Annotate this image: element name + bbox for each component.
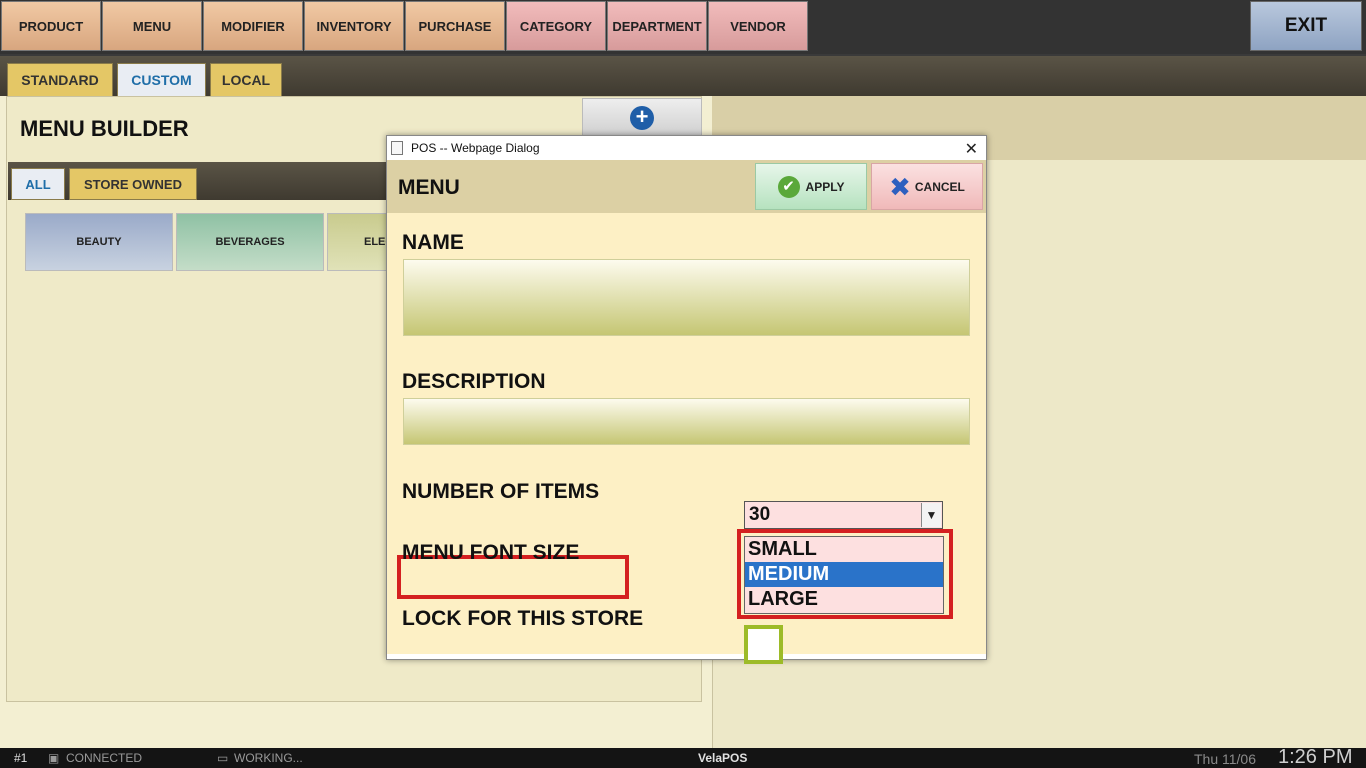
subtab-all[interactable]: ALL [11, 168, 65, 200]
nav-category-button[interactable]: CATEGORY [506, 1, 606, 51]
tab-custom[interactable]: CUSTOM [117, 63, 206, 97]
number-of-items-value: 30 [749, 504, 771, 525]
dialog-heading: MENU [398, 176, 460, 199]
tab-standard[interactable]: STANDARD [7, 63, 113, 97]
name-input[interactable] [403, 259, 970, 336]
apply-label: APPLY [805, 179, 845, 194]
dialog-titlebar: POS -- Webpage Dialog ✕ [387, 136, 986, 160]
dialog-header: MENU ✔ APPLY ✖ CANCEL [387, 160, 986, 213]
menu-font-size-label: MENU FONT SIZE [402, 541, 580, 564]
time-label: 1:26 PM [1278, 746, 1353, 768]
brand-label: VelaPOS [698, 751, 748, 765]
tab-local[interactable]: LOCAL [210, 63, 282, 97]
name-label: NAME [402, 231, 464, 254]
category-beverages-button[interactable]: BEVERAGES [176, 213, 324, 271]
font-size-option-small[interactable]: SMALL [745, 537, 943, 562]
terminal-number: #1 [14, 751, 28, 765]
nav-product-button[interactable]: PRODUCT [1, 1, 101, 51]
connected-icon: ▣ [48, 751, 60, 765]
nav-menu-button[interactable]: MENU [102, 1, 202, 51]
status-bar: #1 ▣ CONNECTED ▭ WORKING... VelaPOS Thu … [0, 746, 1366, 768]
nav-vendor-button[interactable]: VENDOR [708, 1, 808, 51]
plus-circle-icon: + [630, 106, 654, 130]
checkmark-icon: ✔ [777, 175, 800, 198]
chevron-down-icon[interactable]: ▼ [921, 503, 941, 527]
dialog-body: MENU ✔ APPLY ✖ CANCEL NAME DESCRIPTION N… [387, 160, 986, 664]
category-beauty-button[interactable]: BEAUTY [25, 213, 173, 271]
subtab-store-owned[interactable]: STORE OWNED [69, 168, 197, 200]
page-icon [391, 141, 403, 155]
font-size-listbox[interactable]: SMALL MEDIUM LARGE [744, 536, 944, 614]
add-menu-button[interactable]: + [582, 98, 702, 138]
nav-modifier-button[interactable]: MODIFIER [203, 1, 303, 51]
cancel-label: CANCEL [914, 179, 965, 194]
lock-for-store-label: LOCK FOR THIS STORE [402, 607, 644, 630]
cross-icon: ✖ [889, 171, 911, 202]
number-of-items-label: NUMBER OF ITEMS [402, 480, 600, 503]
activity-status: WORKING... [234, 751, 303, 765]
lock-for-store-checkbox[interactable] [744, 625, 783, 664]
menu-dialog: POS -- Webpage Dialog ✕ MENU ✔ APPLY ✖ C… [386, 135, 987, 664]
nav-purchase-button[interactable]: PURCHASE [405, 1, 505, 51]
description-label: DESCRIPTION [402, 370, 546, 393]
cancel-button[interactable]: ✖ CANCEL [871, 163, 983, 210]
connection-status: CONNECTED [66, 751, 143, 765]
number-of-items-select[interactable]: 30 ▼ [744, 501, 943, 529]
exit-button[interactable]: EXIT [1250, 1, 1362, 51]
top-nav-bar: PRODUCT MENU MODIFIER INVENTORY PURCHASE… [0, 0, 1366, 54]
font-size-option-large[interactable]: LARGE [745, 587, 943, 612]
window-icon: ▭ [217, 751, 229, 765]
description-input[interactable] [403, 398, 970, 445]
apply-button[interactable]: ✔ APPLY [755, 163, 867, 210]
page-title: MENU BUILDER [20, 116, 189, 141]
nav-department-button[interactable]: DEPARTMENT [607, 1, 707, 51]
close-icon[interactable]: ✕ [965, 139, 978, 159]
dialog-window-title: POS -- Webpage Dialog [411, 141, 540, 155]
date-label: Thu 11/06 [1194, 751, 1257, 767]
font-size-option-medium[interactable]: MEDIUM [745, 562, 943, 587]
nav-inventory-button[interactable]: INVENTORY [304, 1, 404, 51]
